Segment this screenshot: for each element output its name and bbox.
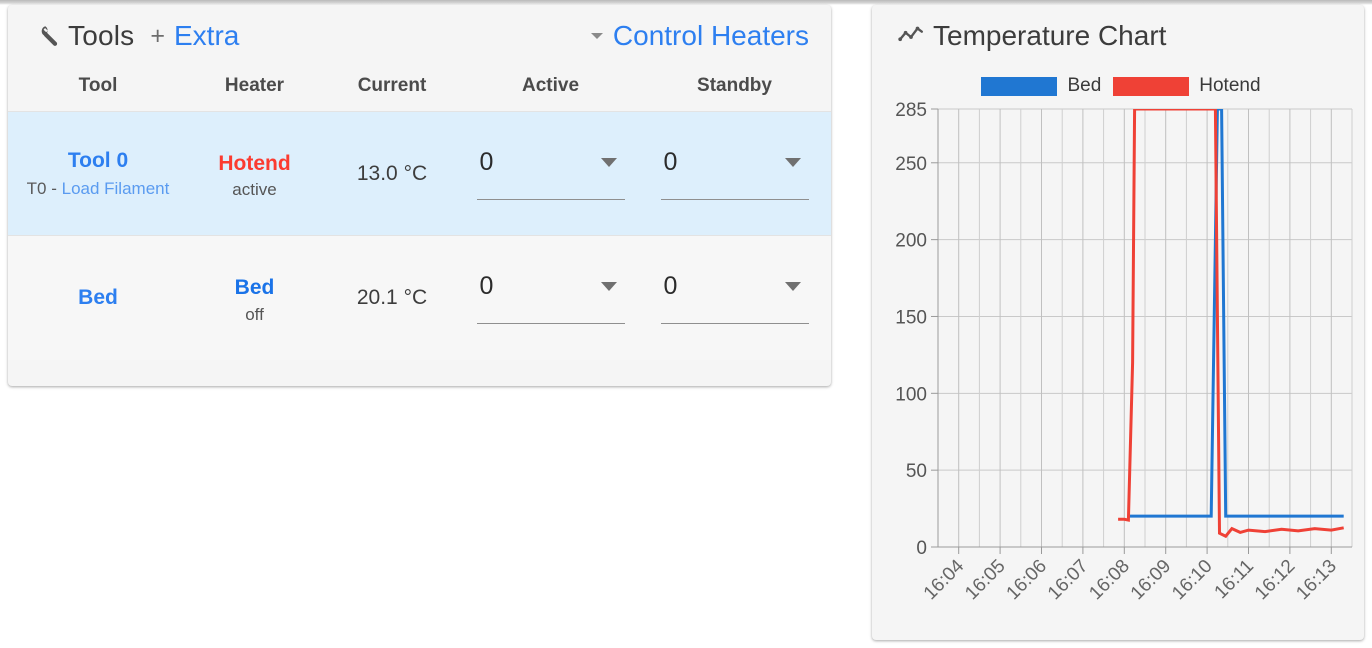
line-chart-icon bbox=[898, 26, 924, 42]
table-row[interactable]: Tool 0 T0 - Load Filament Hotend active … bbox=[8, 111, 831, 236]
add-tool-plus-icon[interactable]: + bbox=[150, 22, 165, 51]
legend-item-bed[interactable]: Bed bbox=[981, 75, 1101, 97]
extra-link[interactable]: Extra bbox=[174, 20, 239, 52]
load-filament-link[interactable]: Load Filament bbox=[62, 179, 170, 198]
chart-panel-title: Temperature Chart bbox=[933, 20, 1167, 51]
tools-panel-title: Tools bbox=[68, 20, 135, 51]
svg-text:100: 100 bbox=[895, 384, 927, 405]
control-heaters-group[interactable]: Control Heaters bbox=[590, 20, 809, 52]
caret-down-icon[interactable] bbox=[590, 33, 603, 39]
page-root: Tools + Extra Control Heaters Tool Heate… bbox=[0, 0, 1372, 648]
svg-text:0: 0 bbox=[916, 538, 927, 559]
temperature-chart-panel: Temperature Chart Bed Hotend 0 50 100 150 20… bbox=[872, 5, 1364, 640]
tools-panel-header: Tools + Extra Control Heaters bbox=[8, 5, 831, 67]
svg-text:16:05: 16:05 bbox=[961, 556, 1009, 604]
standby-cell: 0 bbox=[638, 112, 831, 236]
active-temperature-value: 0 bbox=[479, 271, 494, 300]
heater-cell: Hotend active bbox=[188, 112, 321, 236]
standby-temperature-select[interactable]: 0 bbox=[660, 147, 809, 200]
tool-cell: Tool 0 T0 - Load Filament bbox=[8, 112, 188, 236]
heater-name-link[interactable]: Bed bbox=[188, 271, 321, 305]
svg-text:16:07: 16:07 bbox=[1044, 556, 1092, 604]
svg-text:250: 250 bbox=[895, 154, 927, 175]
table-header-row: Tool Heater Current Active Standby bbox=[8, 67, 831, 112]
svg-text:16:06: 16:06 bbox=[1003, 556, 1051, 604]
svg-text:16:04: 16:04 bbox=[920, 555, 969, 604]
active-temperature-select[interactable]: 0 bbox=[476, 147, 625, 200]
column-header-standby: Standby bbox=[697, 75, 772, 96]
standby-temperature-select[interactable]: 0 bbox=[660, 271, 809, 324]
column-header-heater: Heater bbox=[224, 75, 285, 96]
chevron-down-icon[interactable] bbox=[784, 157, 801, 167]
tool-name-link[interactable]: Tool 0 bbox=[8, 146, 188, 176]
svg-text:50: 50 bbox=[906, 461, 927, 482]
tool-subtitle: T0 - Load Filament bbox=[8, 176, 188, 202]
standby-cell: 0 bbox=[638, 236, 831, 360]
column-header-current: Current bbox=[357, 75, 427, 96]
legend-item-hotend[interactable]: Hotend bbox=[1113, 75, 1261, 97]
heater-state-label: active bbox=[232, 180, 277, 200]
current-temperature-value: 13.0 °C bbox=[356, 161, 428, 185]
tool-id-label: T0 - bbox=[26, 178, 62, 198]
legend-swatch-hotend bbox=[1113, 76, 1190, 96]
svg-text:16:11: 16:11 bbox=[1211, 556, 1258, 603]
tools-table: Tool Heater Current Active Standby Tool … bbox=[8, 67, 831, 360]
chevron-down-icon[interactable] bbox=[600, 281, 617, 291]
chevron-down-icon[interactable] bbox=[784, 281, 801, 291]
chevron-down-icon[interactable] bbox=[600, 157, 617, 167]
tools-panel: Tools + Extra Control Heaters Tool Heate… bbox=[8, 5, 831, 386]
svg-text:285: 285 bbox=[895, 100, 927, 121]
chart-svg: 05010015020025028516:0416:0516:0616:0716… bbox=[895, 100, 1353, 604]
svg-text:16:13: 16:13 bbox=[1292, 556, 1340, 604]
tool-cell: Bed bbox=[8, 236, 188, 360]
chart-legend: Bed Hotend bbox=[872, 75, 1364, 97]
svg-text:16:12: 16:12 bbox=[1251, 556, 1299, 604]
column-header-active: Active bbox=[521, 75, 580, 96]
heater-name-link[interactable]: Hotend bbox=[188, 147, 321, 181]
table-row[interactable]: Bed Bed off 20.1 °C 0 0 bbox=[8, 235, 831, 360]
standby-temperature-value: 0 bbox=[663, 271, 678, 300]
active-temperature-value: 0 bbox=[479, 147, 494, 176]
tool-name-link[interactable]: Bed bbox=[8, 283, 188, 313]
svg-text:16:10: 16:10 bbox=[1168, 556, 1216, 604]
legend-label-bed: Bed bbox=[1067, 75, 1102, 96]
svg-text:200: 200 bbox=[895, 231, 927, 252]
active-cell: 0 bbox=[463, 236, 638, 360]
column-header-tool: Tool bbox=[78, 75, 118, 96]
heater-state-label: off bbox=[245, 304, 264, 324]
active-cell: 0 bbox=[463, 112, 638, 236]
svg-text:16:08: 16:08 bbox=[1085, 556, 1133, 604]
chart-panel-header: Temperature Chart bbox=[872, 5, 1364, 67]
current-temperature-value: 20.1 °C bbox=[356, 285, 428, 309]
svg-text:16:09: 16:09 bbox=[1127, 556, 1175, 604]
active-temperature-select[interactable]: 0 bbox=[476, 271, 625, 324]
standby-temperature-value: 0 bbox=[663, 147, 678, 176]
control-heaters-link[interactable]: Control Heaters bbox=[613, 20, 809, 52]
legend-swatch-bed bbox=[981, 76, 1058, 96]
current-cell: 20.1 °C bbox=[321, 236, 463, 360]
legend-label-hotend: Hotend bbox=[1199, 75, 1261, 96]
chart-plot-area[interactable]: 0 50 100 150 200 250 285 16:04 16:05 16:06 16:07 16… bbox=[872, 97, 1364, 617]
heater-cell: Bed off bbox=[188, 236, 321, 360]
current-cell: 13.0 °C bbox=[321, 112, 463, 236]
wrench-icon bbox=[41, 26, 58, 46]
svg-text:150: 150 bbox=[895, 307, 927, 328]
